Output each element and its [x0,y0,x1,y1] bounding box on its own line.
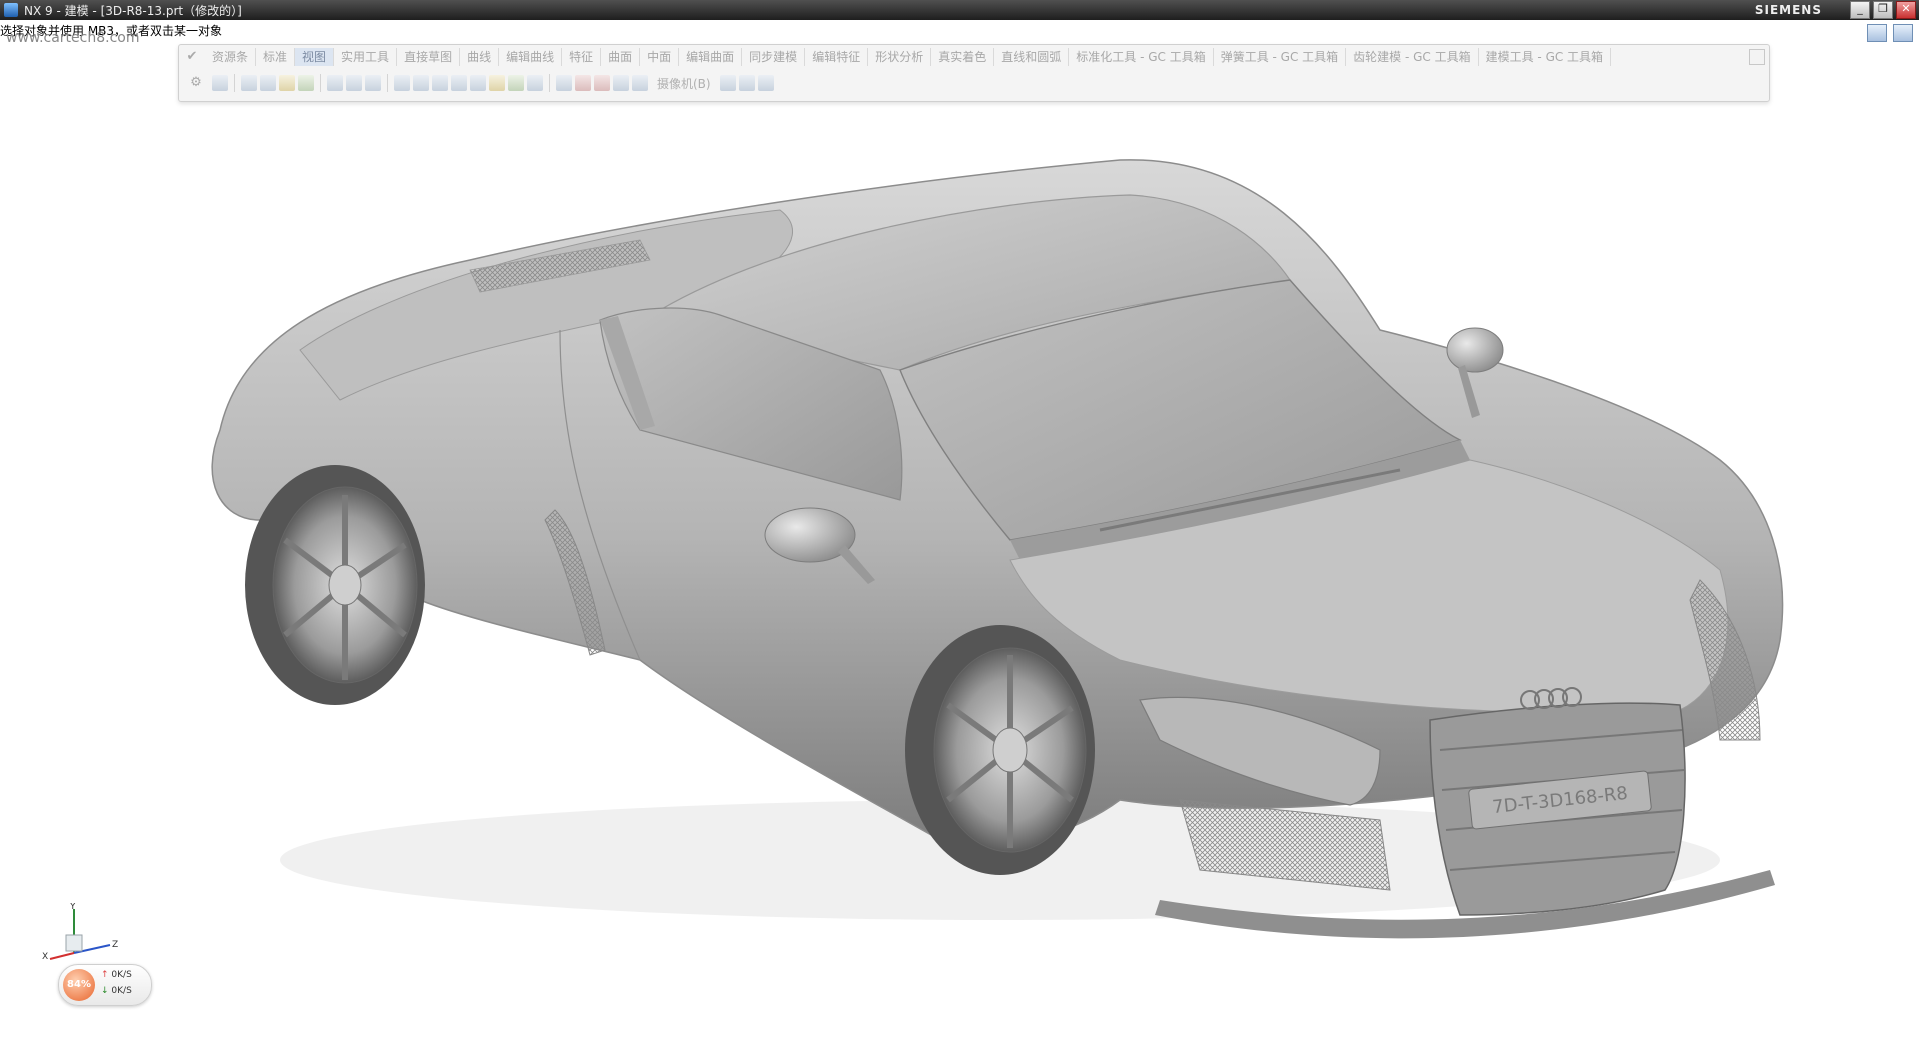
tab-gc-spring-tools[interactable]: 弹簧工具 - GC 工具箱 [1214,48,1347,66]
ribbon-options-icon[interactable] [1749,49,1765,65]
view-tool-row: ⚙ 摄像机(B) [179,69,1769,97]
top-view-icon[interactable] [413,75,429,91]
close-button[interactable]: ✕ [1896,1,1916,19]
network-percent: 84% [63,969,95,1001]
check-icon[interactable]: ✔ [183,48,201,66]
front-wheel [905,625,1095,875]
restore-button[interactable]: ❐ [1873,1,1893,19]
tab-standard[interactable]: 标准 [256,48,296,66]
shaded-with-edges-icon[interactable] [327,75,343,91]
rear-wheel [245,465,425,705]
tab-gc-standard-tools[interactable]: 标准化工具 - GC 工具箱 [1069,48,1214,66]
download-rate: 0K/S [111,986,132,996]
nx-app-icon[interactable] [4,3,18,17]
triad-cube [65,934,83,952]
edit-section-icon[interactable] [575,75,591,91]
color-swatch-icon[interactable] [632,75,648,91]
graphics-window[interactable]: 7D-T-3D168-R8 [0,100,1919,1037]
light-icon[interactable] [738,75,755,91]
right-view-icon[interactable] [432,75,448,91]
coordinate-triad: Y Z X [42,903,118,962]
tab-synchronous-modeling[interactable]: 同步建模 [742,48,806,66]
material-icon[interactable] [757,75,774,91]
tab-edit-curve[interactable]: 编辑曲线 [499,48,563,66]
download-rate-row: ↓ 0K/S [101,986,132,996]
restore-view-icon[interactable] [1893,24,1913,42]
window-title: NX 9 - 建模 - [3D-R8-13.prt（修改的）] [24,3,242,18]
tab-resource-bar[interactable]: 资源条 [205,48,257,66]
display-mode-icon[interactable] [556,75,572,91]
siemens-brand: SIEMENS [1754,3,1822,17]
tab-gc-modeling-tools[interactable]: 建模工具 - GC 工具箱 [1479,48,1612,66]
toolbar-separator [387,74,388,92]
gear-icon[interactable]: ⚙ [187,74,205,92]
clip-section-icon[interactable] [594,75,610,91]
wireframe-icon[interactable] [365,75,381,91]
ribbon-toolbar: ✔ 资源条 标准 视图 实用工具 直接草图 曲线 编辑曲线 特征 曲面 中面 编… [178,44,1770,102]
car-model[interactable]: 7D-T-3D168-R8 [0,100,1919,1037]
minimize-button[interactable]: _ [1850,1,1870,19]
zoom-icon[interactable] [260,75,276,91]
z-axis-label: Z [112,940,118,950]
view-window-controls [1867,24,1913,42]
camera-dropdown[interactable]: 摄像机(B) [651,75,717,92]
tab-edit-surface[interactable]: 编辑曲面 [679,48,743,66]
tab-gc-gear-modeling[interactable]: 齿轮建模 - GC 工具箱 [1346,48,1479,66]
zoom-window-icon[interactable] [241,75,257,91]
background-icon[interactable] [527,75,543,91]
tab-line-arc[interactable]: 直线和圆弧 [994,48,1070,66]
network-monitor[interactable]: 84% ↑ 0K/S ↓ 0K/S [58,964,152,1006]
studio-icon[interactable] [508,75,524,91]
x-axis [49,952,75,960]
tab-view[interactable]: 视图 [295,48,335,66]
pan-icon[interactable] [279,75,295,91]
front-view-icon[interactable] [394,75,410,91]
face-analysis-icon[interactable] [489,75,505,91]
shaded-icon[interactable] [346,75,362,91]
rotate-icon[interactable] [298,75,314,91]
tab-midsurface[interactable]: 中面 [640,48,680,66]
tab-feature[interactable]: 特征 [562,48,602,66]
isometric-view-icon[interactable] [451,75,467,91]
ribbon-tab-row: ✔ 资源条 标准 视图 实用工具 直接草图 曲线 编辑曲线 特征 曲面 中面 编… [179,47,1769,67]
toolbar-separator [320,74,321,92]
tile-view-icon[interactable] [1867,24,1887,42]
render-style-icon[interactable] [719,75,736,91]
tab-shape-analysis[interactable]: 形状分析 [868,48,932,66]
watermark-text: www.cartech8.com [6,30,140,46]
right-mirror [1446,327,1504,373]
upload-arrow-icon: ↑ [101,970,109,980]
upload-rate: 0K/S [111,970,132,980]
toolbar-separator [549,74,550,92]
trimetric-view-icon[interactable] [470,75,486,91]
tab-edit-feature[interactable]: 编辑特征 [805,48,869,66]
download-arrow-icon: ↓ [101,986,109,996]
title-bar: NX 9 - 建模 - [3D-R8-13.prt（修改的）] SIEMENS … [0,0,1919,20]
y-axis-label: Y [69,903,76,912]
tab-surface[interactable]: 曲面 [601,48,641,66]
x-axis-label: X [42,952,48,962]
tab-direct-sketch[interactable]: 直接草图 [397,48,461,66]
fit-view-icon[interactable] [212,75,228,91]
tab-true-shading[interactable]: 真实着色 [931,48,995,66]
tab-utilities[interactable]: 实用工具 [334,48,398,66]
upload-rate-row: ↑ 0K/S [101,970,132,980]
tab-curve[interactable]: 曲线 [460,48,500,66]
layer-settings-icon[interactable] [613,75,629,91]
toolbar-separator [234,74,235,92]
